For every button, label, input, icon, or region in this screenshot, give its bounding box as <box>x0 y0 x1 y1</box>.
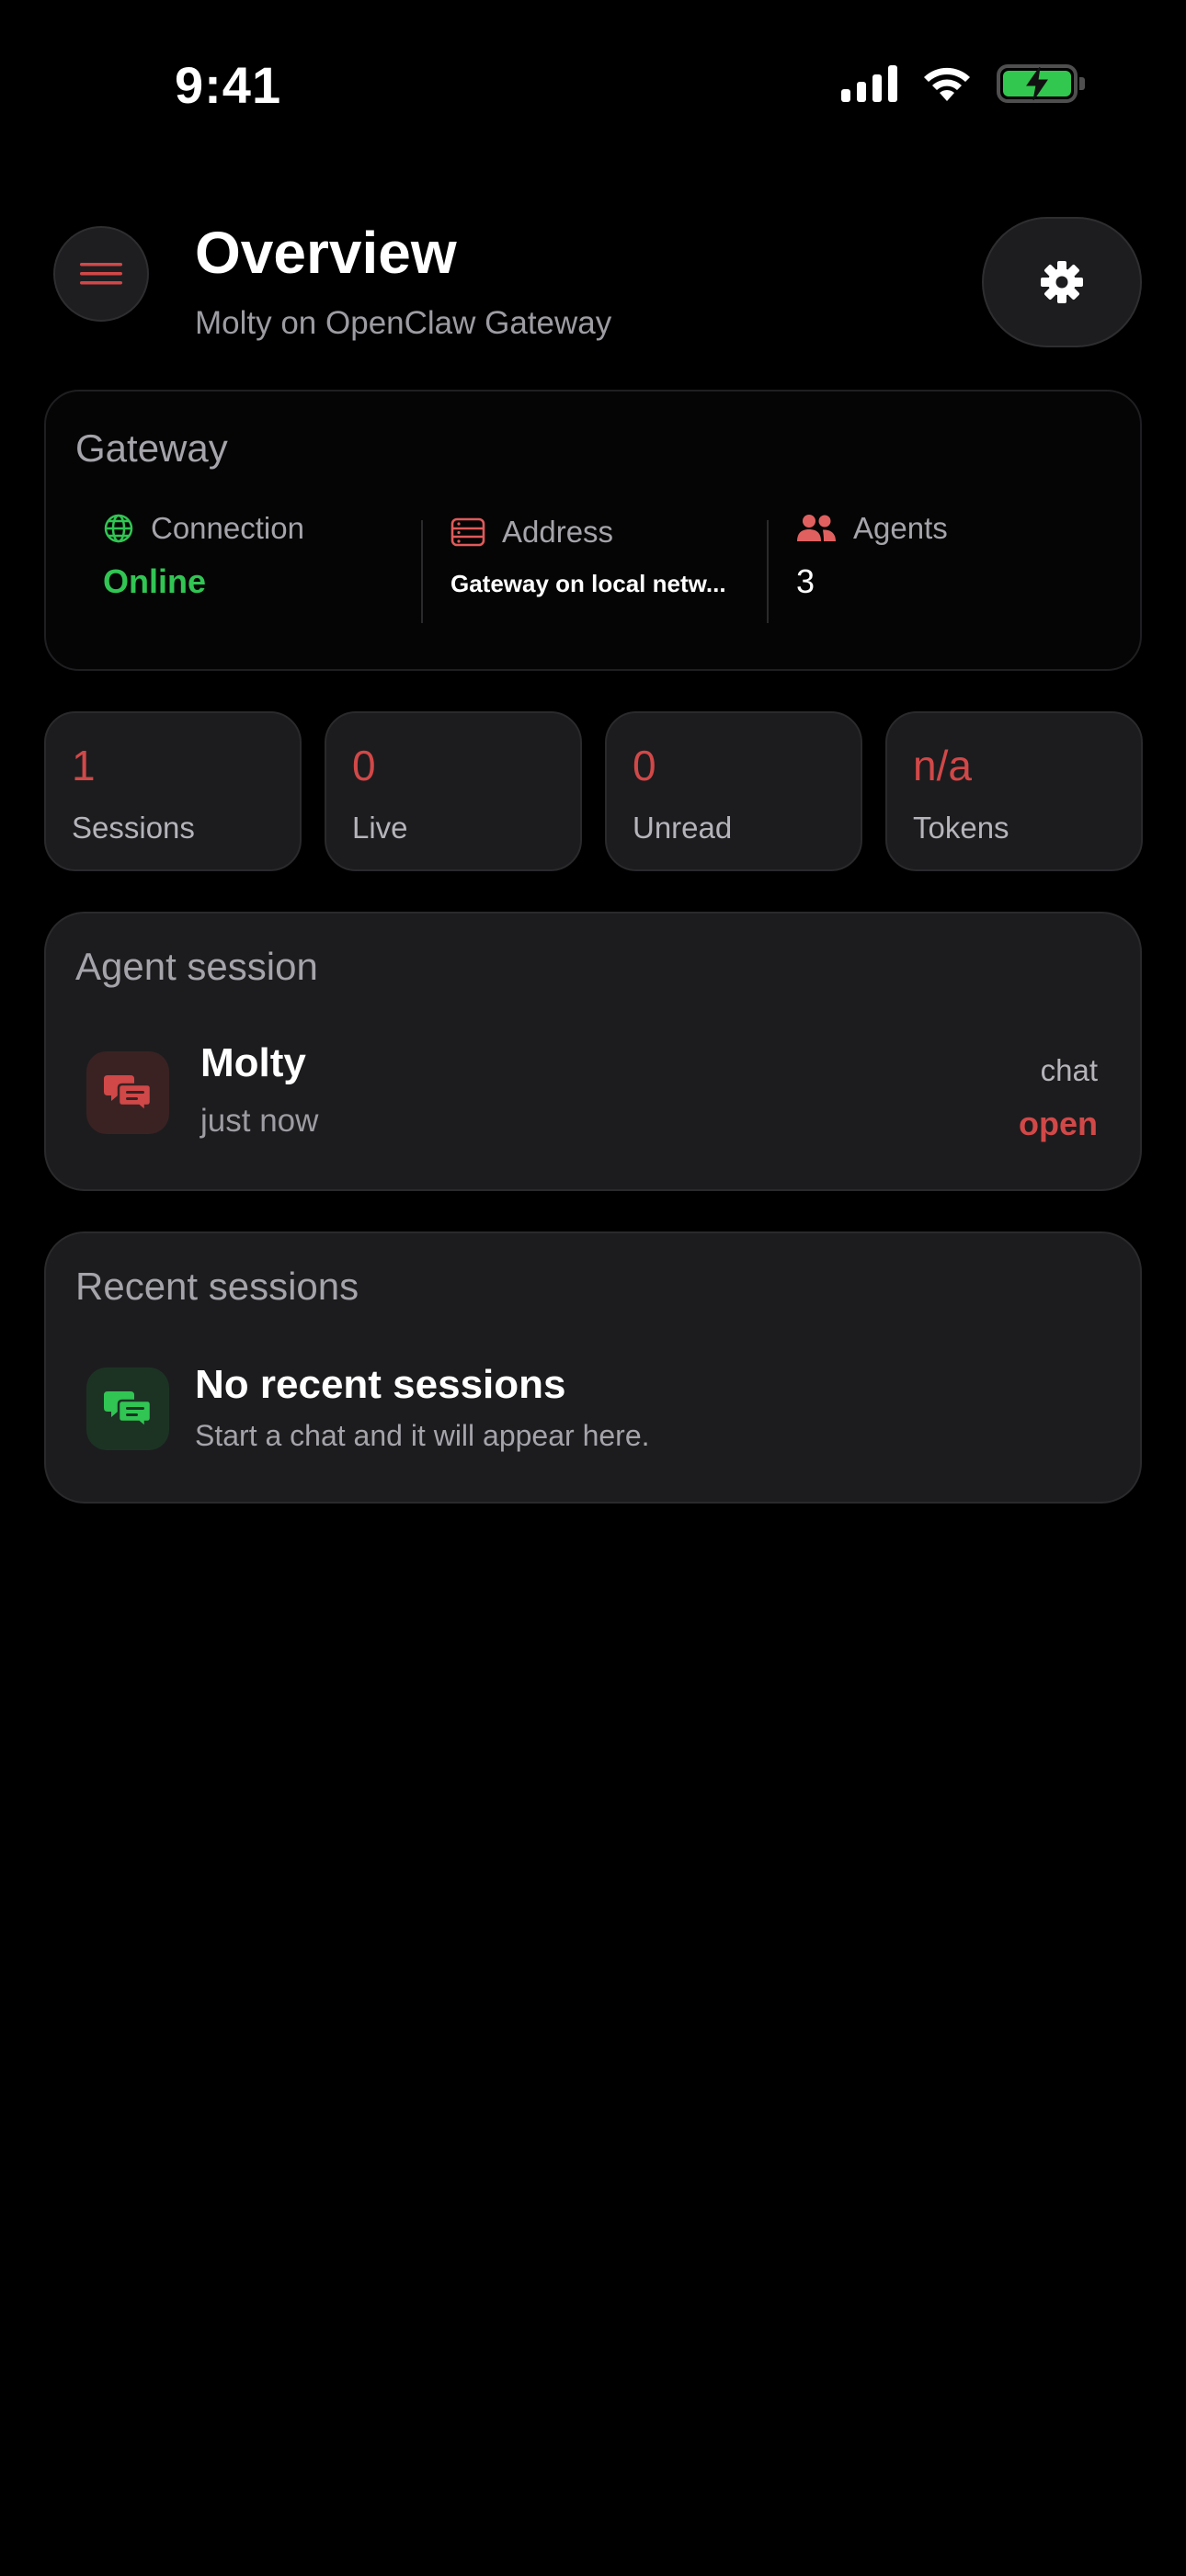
connection-stat: Connection Online <box>103 511 452 621</box>
stat-value: 1 <box>72 742 96 789</box>
open-session-link[interactable]: open <box>1019 1105 1098 1143</box>
server-icon <box>450 517 485 547</box>
settings-button[interactable] <box>982 217 1142 347</box>
divider <box>767 520 769 623</box>
connection-value: Online <box>103 562 207 600</box>
page-title: Overview <box>195 220 457 286</box>
globe-icon <box>104 514 133 543</box>
address-value: Gateway on local netw... <box>450 570 726 597</box>
stat-tile-live[interactable]: 0 Live <box>325 711 582 871</box>
wifi-icon <box>924 67 970 101</box>
menu-button[interactable] <box>53 226 149 322</box>
recent-sessions-title: Recent sessions <box>75 1265 359 1308</box>
empty-state-title: No recent sessions <box>195 1362 566 1407</box>
battery-icon <box>997 64 1085 103</box>
recent-sessions-card: Recent sessions No recent sessions Start… <box>44 1231 1142 1504</box>
stat-label: Unread <box>633 811 733 845</box>
agent-session-title: Agent session <box>75 945 318 988</box>
agent-kind: chat <box>1040 1053 1098 1087</box>
stat-tile-tokens[interactable]: n/a Tokens <box>885 711 1143 871</box>
address-label: Address <box>502 515 614 549</box>
gateway-title: Gateway <box>75 426 228 470</box>
chat-bubbles-icon <box>104 1391 152 1428</box>
address-stat[interactable]: Address Gateway on local netw... <box>450 511 763 621</box>
stat-tile-sessions[interactable]: 1 Sessions <box>44 711 302 871</box>
agent-name: Molty <box>200 1040 306 1085</box>
stat-tile-unread[interactable]: 0 Unread <box>605 711 862 871</box>
agent-time: just now <box>200 1103 319 1139</box>
divider <box>421 520 423 623</box>
stat-label: Live <box>352 811 408 845</box>
agents-value: 3 <box>796 562 815 600</box>
stat-value: 0 <box>352 742 376 789</box>
chat-bubbles-icon <box>104 1075 152 1112</box>
agent-avatar <box>86 1051 169 1134</box>
page-subtitle: Molty on OpenClaw Gateway <box>195 305 612 341</box>
menu-icon <box>80 263 122 285</box>
status-icons <box>841 64 1085 103</box>
gateway-card: Gateway Connection Online Address Gatewa… <box>44 390 1142 671</box>
empty-state-hint: Start a chat and it will appear here. <box>195 1419 650 1452</box>
agent-session-card[interactable]: Agent session Molty just now chat open <box>44 912 1142 1191</box>
stat-label: Tokens <box>913 811 1009 845</box>
stat-value: n/a <box>913 742 972 789</box>
status-time: 9:41 <box>175 56 282 114</box>
people-icon <box>797 515 836 541</box>
empty-state-icon-box <box>86 1367 169 1450</box>
agents-stat: Agents 3 <box>796 511 1109 621</box>
agents-label: Agents <box>853 511 948 545</box>
stat-value: 0 <box>633 742 656 789</box>
gear-icon <box>1041 261 1083 303</box>
signal-icon <box>841 65 897 102</box>
connection-label: Connection <box>151 511 304 545</box>
stat-label: Sessions <box>72 811 195 845</box>
